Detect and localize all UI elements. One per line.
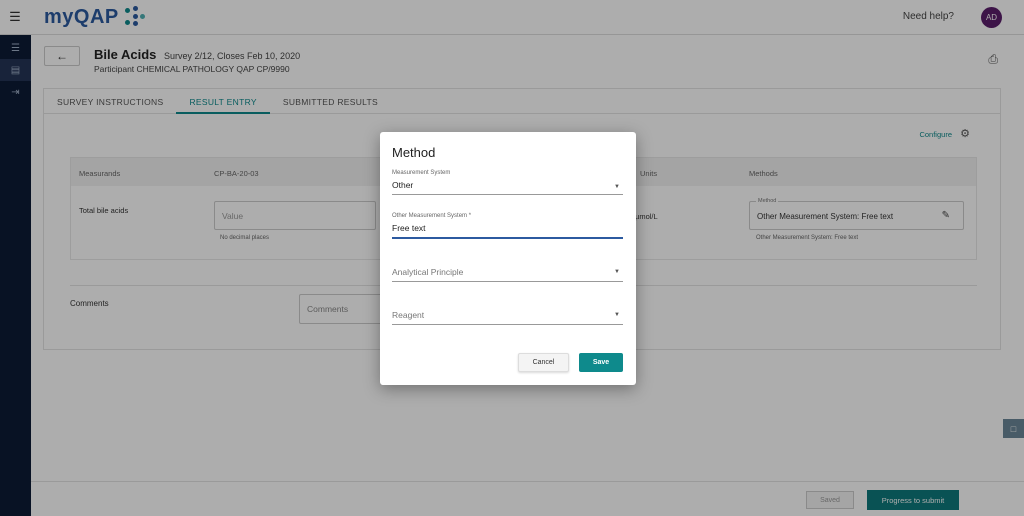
chevron-down-icon: ▼: [614, 312, 620, 318]
reagent-placeholder: Reagent: [392, 310, 425, 320]
reagent-select[interactable]: Reagent ▼: [392, 310, 623, 325]
measurement-system-select[interactable]: Measurement System Other ▼: [392, 170, 623, 195]
other-system-label: Other Measurement System *: [392, 213, 472, 219]
dialog-title: Method: [392, 145, 436, 160]
other-measurement-system-input[interactable]: Other Measurement System * Free text: [392, 213, 623, 239]
cancel-button[interactable]: Cancel: [518, 353, 569, 372]
analytical-principle-select[interactable]: Analytical Principle ▼: [392, 267, 623, 282]
save-button[interactable]: Save: [579, 353, 623, 372]
other-system-value: Free text: [392, 223, 426, 233]
measurement-system-label: Measurement System: [392, 170, 451, 176]
method-dialog: Method Measurement System Other ▼ Other …: [380, 132, 636, 385]
analytical-principle-placeholder: Analytical Principle: [392, 267, 464, 277]
chevron-down-icon: ▼: [614, 184, 620, 190]
measurement-system-value: Other: [392, 180, 414, 190]
chevron-down-icon: ▼: [614, 269, 620, 275]
